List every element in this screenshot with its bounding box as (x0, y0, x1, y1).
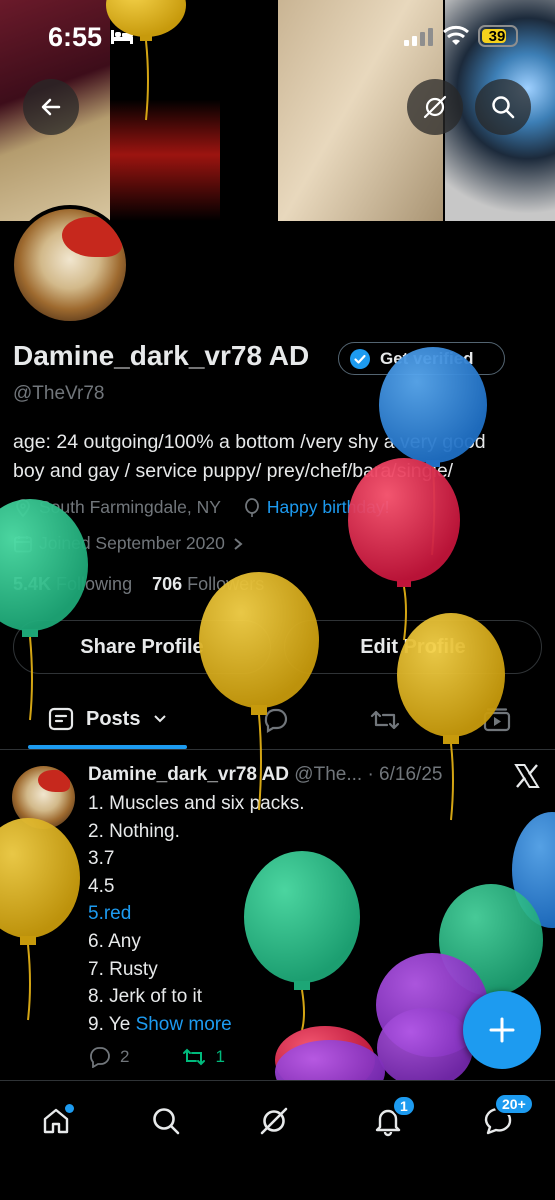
followers-count: 706 (152, 574, 183, 594)
plus-icon (489, 1017, 515, 1043)
share-profile-button[interactable]: Share Profile (13, 620, 271, 674)
notifications-badge: 1 (392, 1095, 416, 1117)
following-label: Following (56, 574, 133, 594)
post-line: 7. Rusty (88, 958, 158, 980)
search-button[interactable] (475, 79, 531, 135)
post-line: 1. Muscles and six packs. (88, 793, 305, 814)
balloon-icon (245, 497, 259, 517)
status-bar: 6:55 39 (0, 0, 555, 72)
post-date: · 6/16/25 (367, 764, 443, 785)
verified-badge-icon (350, 348, 370, 369)
profile-location: South Farmingdale, NY (39, 497, 221, 517)
bio-line: boy and gay / service puppy/ prey/chef/b… (13, 460, 454, 482)
profile-handle: @TheVr78 (13, 383, 105, 404)
post-line: 5.red (88, 903, 132, 925)
post-line: 9. Ye (88, 1013, 131, 1035)
location-pin-icon (16, 498, 30, 517)
balloon (512, 812, 555, 928)
grok-button[interactable] (407, 79, 463, 135)
arrow-left-icon (41, 98, 61, 116)
post-line-last: 9. Ye Show more (88, 1011, 304, 1039)
nav-search[interactable] (146, 1101, 186, 1141)
show-more-link[interactable]: Show more (136, 1014, 232, 1035)
followers-link[interactable]: 706 Followers (152, 574, 264, 594)
messages-badge: 20+ (494, 1093, 534, 1115)
cellular-signal-icon (404, 28, 433, 46)
follow-counts: 5.4K Following 706 Followers (13, 574, 264, 595)
post-line: 3.7 (88, 848, 115, 870)
status-time: 6:55 (48, 22, 103, 52)
joined-date: Joined September 2020 (39, 533, 225, 553)
post-line: 8. Jerk of to it (88, 986, 203, 1008)
grok-icon (260, 1107, 288, 1135)
reply-icon[interactable] (88, 1046, 112, 1068)
battery-indicator: 39 (478, 25, 518, 47)
profile-name: Damine_dark_vr78 AD (13, 340, 310, 371)
tab-active-indicator (28, 745, 187, 749)
posts-icon (48, 707, 74, 731)
bottom-nav: 1 20+ (0, 1080, 555, 1200)
bio-line: age: 24 outgoing/100% a bottom /very shy… (13, 431, 486, 453)
repost-count: 1 (215, 1047, 225, 1066)
chevron-down-icon (154, 715, 167, 723)
following-count: 5.4K (13, 574, 52, 594)
edit-profile-label: Edit Profile (360, 635, 466, 658)
profile-avatar[interactable] (10, 205, 130, 325)
balloon (0, 818, 80, 1021)
edit-profile-button[interactable]: Edit Profile (284, 620, 542, 674)
profile-tabs: Posts (0, 690, 555, 750)
x-logo-icon (514, 764, 540, 788)
grok-icon (423, 95, 447, 119)
birthday-link[interactable]: Happy birthday! (267, 497, 390, 518)
tab-replies-icon[interactable] (262, 707, 290, 733)
nav-home[interactable] (36, 1101, 76, 1141)
search-icon (153, 1108, 180, 1135)
share-profile-label: Share Profile (80, 635, 204, 658)
post-header: Damine_dark_vr78 AD @The... · 6/16/25 (88, 764, 442, 786)
post-avatar[interactable] (12, 766, 75, 829)
following-link[interactable]: 5.4K Following (13, 574, 132, 594)
reply-count: 2 (120, 1047, 130, 1066)
home-new-dot (65, 1104, 74, 1113)
compose-button[interactable] (463, 991, 541, 1069)
profile-bio: age: 24 outgoing/100% a bottom /very shy… (13, 428, 543, 486)
chevron-right-icon (234, 537, 243, 550)
back-button[interactable] (23, 79, 79, 135)
tab-media-icon[interactable] (482, 707, 512, 733)
tab-reposts-icon[interactable] (369, 707, 401, 733)
post-body[interactable]: 1. Muscles and six packs. 2. Nothing. 3.… (88, 790, 304, 1038)
get-verified-label: Get verified (380, 348, 474, 368)
nav-grok[interactable] (254, 1101, 294, 1141)
search-icon (492, 96, 515, 119)
post-line: 2. Nothing. (88, 820, 180, 842)
post-line: 6. Any (88, 930, 141, 952)
joined-row[interactable]: Joined September 2020 (13, 533, 245, 554)
profile-meta-row: South Farmingdale, NY Happy birthday! (13, 497, 389, 518)
post-actions: 2 1 (88, 1046, 225, 1068)
sleep-mode-icon (111, 30, 133, 44)
repost-icon[interactable] (181, 1046, 207, 1068)
wifi-icon (443, 25, 469, 45)
get-verified-button[interactable]: Get verified (338, 342, 505, 375)
nav-messages[interactable]: 20+ (478, 1093, 534, 1141)
post-author[interactable]: Damine_dark_vr78 AD (88, 764, 289, 785)
tab-posts-label: Posts (86, 707, 141, 730)
balloon (439, 884, 543, 996)
calendar-icon (14, 535, 32, 552)
post-line: 4.5 (88, 875, 115, 897)
followers-label: Followers (187, 574, 265, 594)
tab-posts[interactable]: Posts (48, 706, 168, 732)
post-handle[interactable]: @The... (294, 764, 362, 785)
nav-notifications[interactable]: 1 (368, 1095, 416, 1141)
